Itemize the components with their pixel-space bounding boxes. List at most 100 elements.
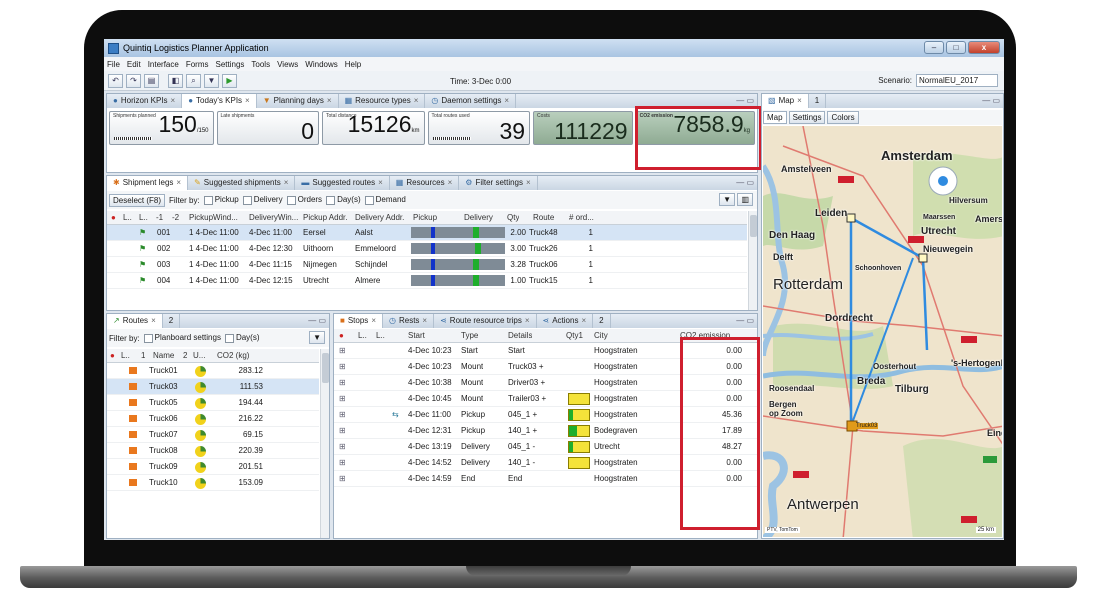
menu-edit[interactable]: Edit xyxy=(127,60,141,69)
tab-close-icon[interactable]: × xyxy=(371,316,376,325)
table-row[interactable]: Truck09 201.51 xyxy=(107,459,319,475)
menu-interface[interactable]: Interface xyxy=(148,60,179,69)
tab-planning-days[interactable]: ▼ Planning days × xyxy=(257,94,339,108)
tab-close-icon[interactable]: × xyxy=(414,96,419,105)
filter-icon[interactable]: ▼ xyxy=(309,331,325,344)
tab-routes-overflow[interactable]: 2 xyxy=(163,314,181,328)
redo-icon[interactable]: ↷ xyxy=(126,73,141,88)
tab-actions[interactable]: ⋖ Actions × xyxy=(537,314,594,328)
tab-rests[interactable]: ◷ Rests × xyxy=(383,314,435,328)
tab-close-icon[interactable]: × xyxy=(327,96,332,105)
expand-icon[interactable]: ⊞ xyxy=(339,391,346,406)
table-row[interactable]: Truck06 216.22 xyxy=(107,411,319,427)
routes-scrollbar[interactable] xyxy=(320,349,329,538)
checkbox[interactable] xyxy=(326,195,336,205)
table-row[interactable]: Truck05 194.44 xyxy=(107,395,319,411)
expand-icon[interactable]: ⊞ xyxy=(339,423,346,438)
checkbox[interactable] xyxy=(143,333,153,343)
tab-map-overflow[interactable]: 1 xyxy=(809,94,827,108)
filter-pickup[interactable]: Pickup xyxy=(203,195,239,205)
table-row[interactable]: ⚑ 001 1 4-Dec 11:00 4-Dec 11:00 Eersel A… xyxy=(107,225,747,241)
panel-maximize-icon[interactable]: — ▭ xyxy=(736,176,754,190)
checkbox[interactable] xyxy=(242,195,252,205)
filter-icon[interactable]: ▼ xyxy=(204,73,219,88)
shipments-scrollbar[interactable] xyxy=(748,211,757,310)
tab-close-icon[interactable]: × xyxy=(284,178,289,187)
save-icon[interactable]: ▤ xyxy=(144,73,159,88)
expand-icon[interactable]: ⊞ xyxy=(339,471,346,486)
table-row[interactable]: ⚑ 004 1 4-Dec 11:00 4-Dec 12:15 Utrecht … xyxy=(107,273,747,289)
tab-routes[interactable]: ↗ Routes × xyxy=(107,314,163,328)
minimize-button[interactable]: – xyxy=(924,41,944,54)
tab-close-icon[interactable]: × xyxy=(176,178,181,187)
table-row[interactable]: ⚑ 002 1 4-Dec 11:00 4-Dec 12:30 Uithoorn… xyxy=(107,241,747,257)
filter-demand[interactable]: Demand xyxy=(364,195,406,205)
tab-close-icon[interactable]: × xyxy=(797,96,802,105)
tab-close-icon[interactable]: × xyxy=(581,316,586,325)
menu-settings[interactable]: Settings xyxy=(216,60,245,69)
tab-close-icon[interactable]: × xyxy=(378,178,383,187)
menu-forms[interactable]: Forms xyxy=(186,60,209,69)
tab-stops[interactable]: ■ Stops × xyxy=(334,314,383,328)
expand-icon[interactable]: ⊞ xyxy=(339,455,346,470)
checkbox[interactable] xyxy=(203,195,213,205)
expand-icon[interactable]: ⊞ xyxy=(339,343,346,358)
tab-close-icon[interactable]: × xyxy=(151,316,156,325)
maximize-button[interactable]: □ xyxy=(946,41,966,54)
table-row[interactable]: ⚑ 003 1 4-Dec 11:00 4-Dec 11:15 Nijmegen… xyxy=(107,257,747,273)
columns-icon[interactable]: ▥ xyxy=(737,193,753,206)
tab-resource-types[interactable]: ▦ Resource types × xyxy=(339,94,426,108)
tab-horizon-kpis[interactable]: ● Horizon KPIs × xyxy=(107,94,183,108)
menu-tools[interactable]: Tools xyxy=(251,60,270,69)
menu-views[interactable]: Views xyxy=(277,60,298,69)
menu-windows[interactable]: Windows xyxy=(305,60,337,69)
table-row[interactable]: Truck01 283.12 xyxy=(107,363,319,379)
tab-stops-overflow[interactable]: 2 xyxy=(593,314,611,328)
expand-icon[interactable]: ⊞ xyxy=(339,439,346,454)
panel-maximize-icon[interactable]: — ▭ xyxy=(308,314,326,328)
deselect-button[interactable]: Deselect (F8) xyxy=(109,193,166,207)
table-row[interactable]: Truck10 153.09 xyxy=(107,475,319,491)
filter-planboard-settings[interactable]: Planboard settings xyxy=(143,333,221,343)
map-pan-control[interactable] xyxy=(934,172,952,190)
tab-close-icon[interactable]: × xyxy=(526,178,531,187)
table-row[interactable]: Truck07 69.15 xyxy=(107,427,319,443)
map-view[interactable]: Amsterdam Amstelveen Leiden Den Haag Del… xyxy=(763,126,1002,537)
checkbox[interactable] xyxy=(364,195,374,205)
tab-close-icon[interactable]: × xyxy=(245,96,250,105)
close-button[interactable]: x xyxy=(968,41,1000,54)
menu-help[interactable]: Help xyxy=(345,60,361,69)
filter-days[interactable]: Day(s) xyxy=(224,333,260,343)
expand-icon[interactable]: ⊞ xyxy=(339,407,346,422)
expand-icon[interactable]: ⊞ xyxy=(339,359,346,374)
tab-suggested-shipments[interactable]: ✎ Suggested shipments × xyxy=(188,176,296,190)
chart-icon[interactable]: ◧ xyxy=(168,73,183,88)
search-icon[interactable]: ⌕ xyxy=(186,73,201,88)
subtab-settings[interactable]: Settings xyxy=(788,111,826,124)
tab-map[interactable]: ▧ Map × xyxy=(762,94,809,108)
table-row[interactable]: Truck08 220.39 xyxy=(107,443,319,459)
tab-todays-kpis[interactable]: ● Today's KPIs × xyxy=(182,94,257,108)
tab-close-icon[interactable]: × xyxy=(171,96,176,105)
tab-close-icon[interactable]: × xyxy=(525,316,530,325)
scenario-dropdown[interactable]: NormalEU_2017 xyxy=(916,74,998,87)
table-row[interactable]: Truck03 111.53 xyxy=(107,379,319,395)
filter-orders[interactable]: Orders xyxy=(286,195,322,205)
filter-delivery[interactable]: Delivery xyxy=(242,195,283,205)
tab-close-icon[interactable]: × xyxy=(422,316,427,325)
panel-maximize-icon[interactable]: — ▭ xyxy=(736,314,754,328)
menu-file[interactable]: File xyxy=(107,60,120,69)
tab-resources[interactable]: ▦ Resources × xyxy=(390,176,460,190)
subtab-map[interactable]: Map xyxy=(763,111,787,124)
filter-days[interactable]: Day(s) xyxy=(326,195,361,205)
subtab-colors[interactable]: Colors xyxy=(827,111,859,124)
tab-close-icon[interactable]: × xyxy=(448,178,453,187)
tab-close-icon[interactable]: × xyxy=(504,96,509,105)
expand-icon[interactable]: ⊞ xyxy=(339,375,346,390)
checkbox[interactable] xyxy=(224,333,234,343)
tab-daemon-settings[interactable]: ◷ Daemon settings × xyxy=(425,94,517,108)
run-icon[interactable]: ▶ xyxy=(222,73,237,88)
tab-route-resource-trips[interactable]: ⋖ Route resource trips × xyxy=(434,314,537,328)
tab-shipment-legs[interactable]: ✱ Shipment legs × xyxy=(107,176,189,190)
panel-maximize-icon[interactable]: — ▭ xyxy=(982,94,1000,108)
